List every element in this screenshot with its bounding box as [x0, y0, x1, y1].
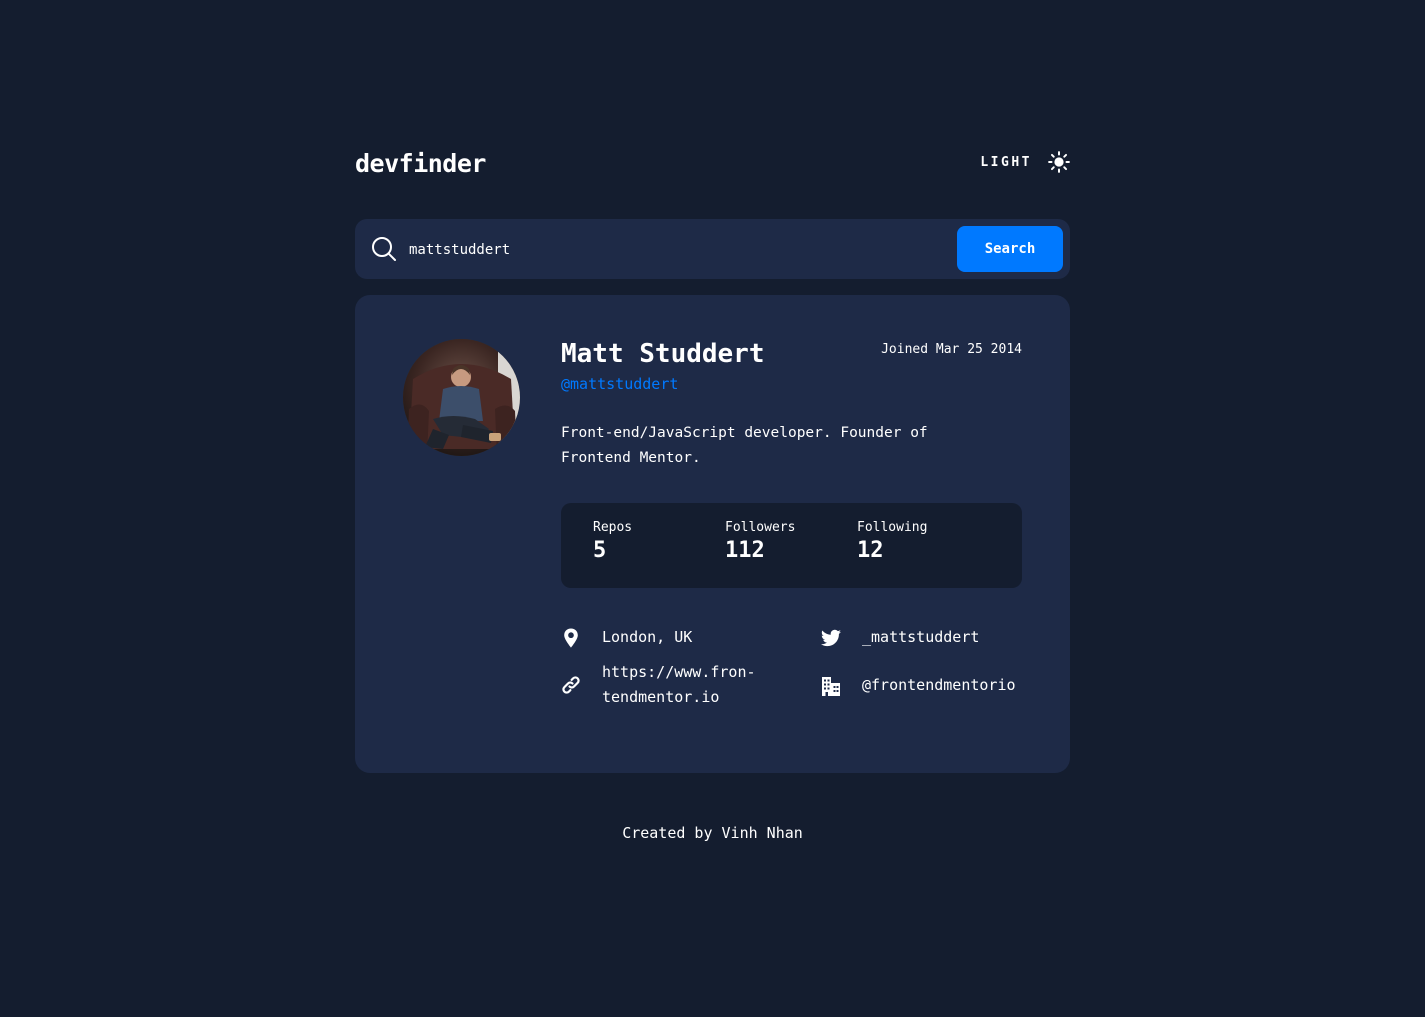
twitter-icon: [821, 629, 841, 646]
stat-followers-label: Followers: [725, 520, 796, 535]
profile-name: Matt Studdert: [561, 339, 765, 369]
stat-repos: Repos 5: [593, 520, 632, 563]
header: devfinder LIGHT: [355, 145, 1070, 185]
app-logo: devfinder: [355, 149, 486, 178]
location-item: London, UK: [561, 625, 692, 650]
joined-date: Joined Mar 25 2014: [881, 342, 1022, 357]
search-icon: [372, 237, 396, 261]
company-building-icon: [822, 676, 840, 696]
stats-panel: Repos 5 Followers 112 Following 12: [561, 503, 1022, 588]
profile-card: Matt Studdert Joined Mar 25 2014 @mattst…: [355, 295, 1070, 773]
search-input[interactable]: [407, 233, 951, 267]
website-link[interactable]: https://www.fron- tendmentor.io: [602, 660, 756, 710]
twitter-item: _mattstuddert: [821, 625, 979, 650]
avatar: [403, 339, 520, 456]
website-item: https://www.fron- tendmentor.io: [561, 660, 756, 710]
profile-bio: Front-end/JavaScript developer. Founder …: [561, 421, 981, 471]
location-text: London, UK: [602, 628, 693, 646]
website-line: tendmentor.io: [602, 688, 720, 706]
bio-line: Front-end/JavaScript developer. Founder …: [561, 425, 928, 441]
profile-login-link[interactable]: @mattstuddert: [561, 375, 678, 393]
stat-repos-value: 5: [593, 538, 607, 563]
stat-following: Following 12: [857, 520, 927, 563]
location-pin-icon: [564, 628, 578, 647]
stat-following-label: Following: [857, 520, 928, 535]
twitter-text[interactable]: _mattstuddert: [862, 625, 979, 650]
search-bar: Search: [355, 219, 1070, 279]
link-icon: [562, 676, 580, 694]
bio-line: Frontend Mentor.: [561, 450, 701, 466]
website-line: https://www.fron-: [602, 663, 756, 681]
sun-icon: [1048, 151, 1070, 173]
stat-following-value: 12: [857, 538, 884, 563]
theme-toggle-label: LIGHT: [980, 154, 1032, 170]
stat-repos-label: Repos: [593, 520, 633, 535]
avatar-photo: [403, 339, 520, 456]
company-item: @frontendmentorio: [821, 673, 1016, 698]
search-button[interactable]: Search: [957, 226, 1063, 272]
company-text: @frontendmentorio: [862, 676, 1016, 694]
stat-followers-value: 112: [725, 538, 765, 563]
theme-toggle-button[interactable]: LIGHT: [980, 151, 1070, 173]
stat-followers: Followers 112: [725, 520, 795, 563]
footer-credit: Created by Vinh Nhan: [622, 824, 803, 842]
